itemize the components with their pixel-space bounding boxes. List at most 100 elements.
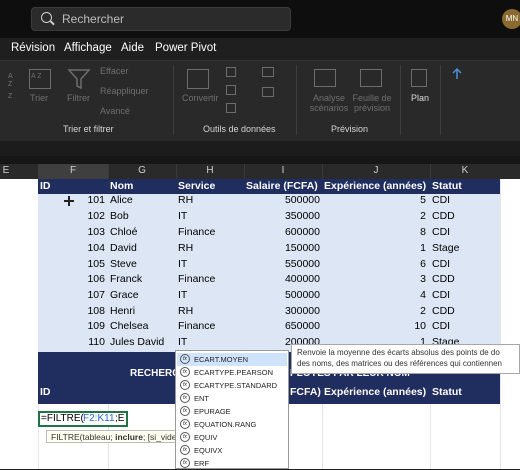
cell-statut[interactable]: CDI — [432, 226, 450, 238]
header-experience[interactable]: Expérience (années) — [324, 180, 426, 192]
table-row[interactable]: 107 Grace IT 500000 4 CDI — [38, 289, 500, 305]
col-header-g[interactable]: G — [108, 165, 176, 176]
cell-statut[interactable]: CDI — [432, 289, 450, 301]
cell-service[interactable]: Finance — [178, 320, 215, 332]
cell-statut[interactable]: CDI — [432, 194, 450, 206]
outline-button[interactable]: Plan — [411, 93, 429, 103]
sort-button[interactable]: Trier — [30, 93, 48, 103]
cell-salaire[interactable]: 550000 — [244, 258, 320, 270]
cell-nom[interactable]: Steve — [110, 258, 137, 270]
cell-statut[interactable]: CDD — [432, 210, 455, 222]
header-id[interactable]: ID — [40, 180, 51, 192]
col-header-i[interactable]: I — [244, 165, 322, 176]
cell-salaire[interactable]: 650000 — [244, 320, 320, 332]
cell-nom[interactable]: Henri — [110, 305, 135, 317]
cell-experience[interactable]: 2 — [322, 210, 426, 222]
autocomplete-item[interactable]: fx EQUIVX — [177, 444, 287, 457]
relationships-icon[interactable] — [262, 87, 274, 97]
header-statut[interactable]: Statut — [432, 180, 462, 192]
filter-icon[interactable] — [67, 68, 91, 90]
convert-icon[interactable] — [187, 69, 209, 89]
cell-experience[interactable]: 1 — [322, 242, 426, 254]
cell-nom[interactable]: David — [110, 242, 137, 254]
cell-salaire[interactable]: 500000 — [244, 194, 320, 206]
autocomplete-item[interactable]: fx EQUIV — [177, 431, 287, 444]
convert-button[interactable]: Convertir — [182, 93, 219, 103]
table-row[interactable]: 108 Henri RH 300000 2 CDD — [38, 305, 500, 321]
function-autocomplete-list[interactable]: fx ECART.MOYEN fx ECARTYPE.PEARSON fx ECART… — [175, 350, 289, 469]
sort-asc-icon[interactable]: AZZ — [8, 70, 18, 100]
remove-duplicates-icon[interactable] — [226, 85, 236, 95]
forecast-sheet-button[interactable]: Feuille de prévision — [350, 93, 394, 113]
autocomplete-item[interactable]: fx EPURAGE — [177, 405, 287, 418]
cell-statut[interactable]: CDI — [432, 258, 450, 270]
filter-button[interactable]: Filtrer — [67, 93, 90, 103]
table-row[interactable]: 104 David RH 150000 1 Stage — [38, 242, 500, 258]
table-row[interactable]: 109 Chelsea Finance 650000 10 CDI — [38, 320, 500, 336]
cell-salaire[interactable]: 500000 — [244, 289, 320, 301]
cell-service[interactable]: RH — [178, 194, 193, 206]
cell-experience[interactable]: 10 — [322, 320, 426, 332]
cell-nom[interactable]: Chelsea — [110, 320, 149, 332]
filter-clear-button[interactable]: Effacer — [100, 66, 128, 76]
cell-nom[interactable]: Jules David — [110, 336, 164, 348]
flash-fill-icon[interactable] — [226, 67, 236, 77]
cell-nom[interactable]: Chloé — [110, 226, 137, 238]
cell-service[interactable]: IT — [178, 258, 187, 270]
cell-id[interactable]: 104 — [38, 242, 105, 254]
formula-edit-cell[interactable]: =FILTRE( F2:K11 ;E — [38, 411, 128, 427]
cell-experience[interactable]: 4 — [322, 289, 426, 301]
cell-service[interactable]: RH — [178, 242, 193, 254]
col-header-f[interactable]: F — [38, 164, 108, 179]
cell-salaire[interactable]: 150000 — [244, 242, 320, 254]
autocomplete-item[interactable]: fx EQUATION.RANG — [177, 418, 287, 431]
header-service[interactable]: Service — [178, 180, 215, 192]
menu-affichage[interactable]: Affichage — [64, 42, 112, 54]
cell-statut[interactable]: Stage — [432, 242, 459, 254]
table-row[interactable]: 101 Alice RH 500000 5 CDI — [38, 194, 500, 210]
header-nom[interactable]: Nom — [110, 180, 133, 192]
cell-service[interactable]: IT — [178, 336, 187, 348]
search-box[interactable]: Rechercher — [31, 7, 291, 31]
col-header-e[interactable]: E — [0, 165, 12, 176]
table-row[interactable]: 106 Franck Finance 400000 3 CDD — [38, 273, 500, 289]
cell-id[interactable]: 102 — [38, 210, 105, 222]
autocomplete-item[interactable]: fx ECART.MOYEN — [177, 353, 287, 366]
cell-id[interactable]: 107 — [38, 289, 105, 301]
table-row[interactable]: 105 Steve IT 550000 6 CDI — [38, 258, 500, 274]
cell-id[interactable]: 105 — [38, 258, 105, 270]
result-header-statut[interactable]: Statut — [432, 386, 462, 398]
forecast-sheet-icon[interactable] — [360, 69, 382, 87]
cell-salaire[interactable]: 350000 — [244, 210, 320, 222]
outline-icon[interactable] — [411, 69, 427, 87]
cell-id[interactable]: 106 — [38, 273, 105, 285]
cell-service[interactable]: Finance — [178, 273, 215, 285]
cell-statut[interactable]: CDI — [432, 320, 450, 332]
result-header-id[interactable]: ID — [40, 386, 51, 398]
menu-power-pivot[interactable]: Power Pivot — [155, 42, 216, 54]
cell-id[interactable]: 109 — [38, 320, 105, 332]
filter-reapply-button[interactable]: Réappliquer — [100, 86, 149, 96]
cell-service[interactable]: IT — [178, 289, 187, 301]
col-header-j[interactable]: J — [322, 165, 430, 176]
what-if-button[interactable]: Analyse scénarios — [309, 93, 349, 113]
autocomplete-item[interactable]: fx ERF — [177, 457, 287, 470]
cell-id[interactable]: 110 — [38, 336, 105, 348]
autocomplete-item[interactable]: fx ECARTYPE.PEARSON — [177, 366, 287, 379]
col-header-k[interactable]: K — [430, 165, 500, 176]
filter-advanced-button[interactable]: Avancé — [100, 106, 130, 116]
cell-experience[interactable]: 6 — [322, 258, 426, 270]
menu-aide[interactable]: Aide — [121, 42, 144, 54]
consolidate-icon[interactable] — [262, 67, 274, 77]
data-analysis-icon[interactable] — [450, 67, 464, 81]
cell-experience[interactable]: 3 — [322, 273, 426, 285]
menu-revision[interactable]: Révision — [11, 42, 55, 54]
cell-id[interactable]: 108 — [38, 305, 105, 317]
cell-nom[interactable]: Franck — [110, 273, 142, 285]
cell-service[interactable]: IT — [178, 210, 187, 222]
header-salaire[interactable]: Salaire (FCFA) — [246, 180, 318, 192]
cell-id[interactable]: 103 — [38, 226, 105, 238]
cell-statut[interactable]: CDD — [432, 273, 455, 285]
cell-statut[interactable]: CDD — [432, 305, 455, 317]
cell-nom[interactable]: Alice — [110, 194, 133, 206]
